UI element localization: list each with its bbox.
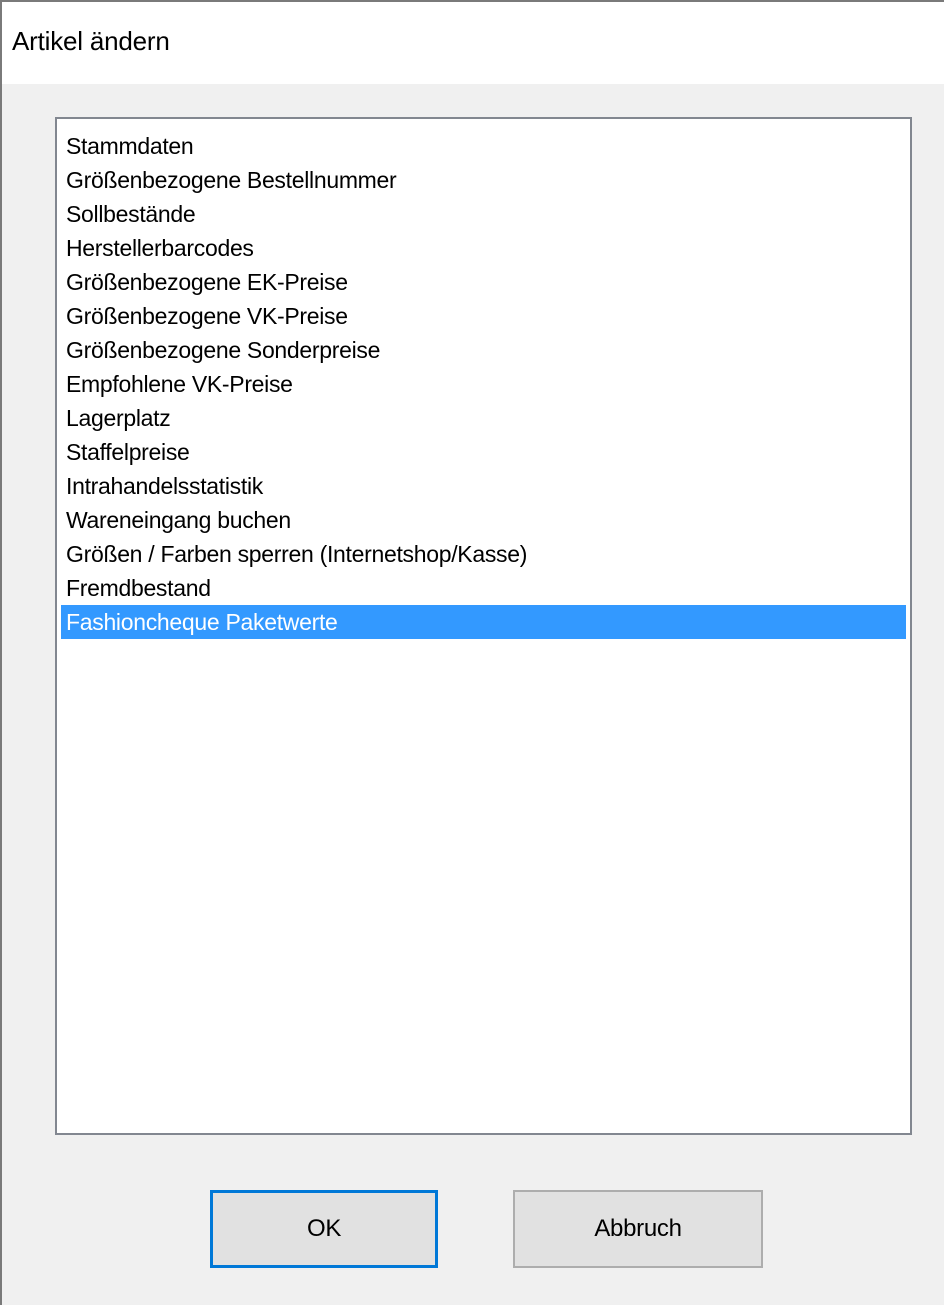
dialog-window: Artikel ändern Stammdaten Größenbezogene… <box>0 0 944 1305</box>
cancel-button[interactable]: Abbruch <box>513 1190 763 1268</box>
list-item-fremdbestand[interactable]: Fremdbestand <box>61 571 906 605</box>
list-item-herstellerbarcodes[interactable]: Herstellerbarcodes <box>61 231 906 265</box>
list-item-lagerplatz[interactable]: Lagerplatz <box>61 401 906 435</box>
title-bar[interactable]: Artikel ändern <box>2 2 944 84</box>
options-listbox[interactable]: Stammdaten Größenbezogene Bestellnummer … <box>55 117 912 1135</box>
list-item-groessenbezogene-bestellnummer[interactable]: Größenbezogene Bestellnummer <box>61 163 906 197</box>
window-title: Artikel ändern <box>12 26 170 56</box>
list-item-stammdaten[interactable]: Stammdaten <box>61 129 906 163</box>
list-item-groessenbezogene-ek-preise[interactable]: Größenbezogene EK-Preise <box>61 265 906 299</box>
list-item-groessen-farben-sperren[interactable]: Größen / Farben sperren (Internetshop/Ka… <box>61 537 906 571</box>
list-item-fashioncheque-paketwerte[interactable]: Fashioncheque Paketwerte <box>61 605 906 639</box>
list-item-empfohlene-vk-preise[interactable]: Empfohlene VK-Preise <box>61 367 906 401</box>
list-item-intrahandelsstatistik[interactable]: Intrahandelsstatistik <box>61 469 906 503</box>
list-item-sollbestaende[interactable]: Sollbestände <box>61 197 906 231</box>
list-item-groessenbezogene-vk-preise[interactable]: Größenbezogene VK-Preise <box>61 299 906 333</box>
list-item-staffelpreise[interactable]: Staffelpreise <box>61 435 906 469</box>
ok-button[interactable]: OK <box>210 1190 438 1268</box>
list-item-wareneingang-buchen[interactable]: Wareneingang buchen <box>61 503 906 537</box>
list-item-groessenbezogene-sonderpreise[interactable]: Größenbezogene Sonderpreise <box>61 333 906 367</box>
